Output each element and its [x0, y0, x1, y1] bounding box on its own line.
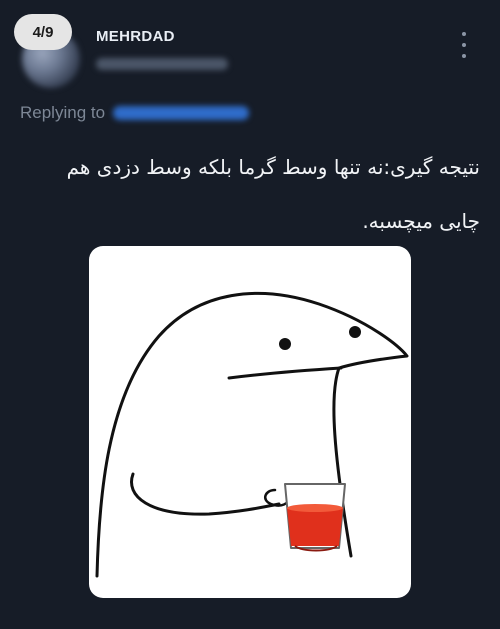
username[interactable]: MEHRDAD: [96, 28, 175, 45]
tweet-text: نتیجه گیری:نه تنها وسط گرما بلکه وسط دزد…: [66, 155, 480, 233]
replying-to-label: Replying to: [20, 103, 106, 122]
tweet-media-image[interactable]: [89, 246, 411, 598]
blob-creature-holding-tea-glass-icon: [95, 291, 409, 578]
more-vertical-icon[interactable]: [456, 32, 472, 58]
page-counter-badge: 4/9: [14, 14, 72, 50]
replying-to-row: Replying to: [20, 103, 250, 123]
handle-blurred: [96, 58, 228, 70]
reply-handle-blurred[interactable]: [113, 106, 250, 120]
